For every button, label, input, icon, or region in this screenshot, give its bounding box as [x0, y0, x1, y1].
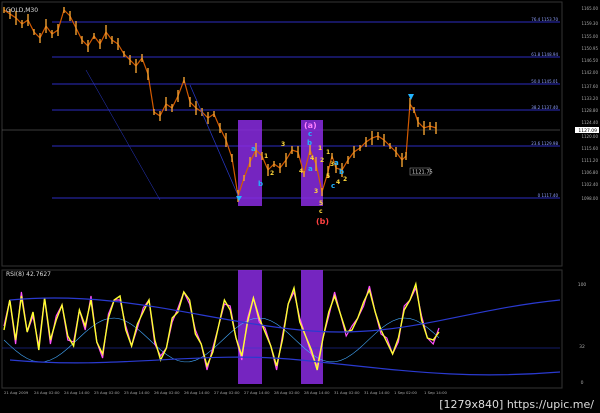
rsi-tick: 32 — [579, 344, 585, 350]
rsi-highlight-zone — [301, 270, 323, 384]
fib-label: 61.8 1148.94 — [531, 52, 558, 57]
price-tick: 1115.60 — [581, 146, 598, 151]
wave-label: b — [339, 168, 344, 176]
time-tick: 1 Sep 14:00 — [424, 390, 448, 395]
price-tick: 1155.00 — [581, 34, 598, 39]
fib-label: 76.4 1153.70 — [531, 17, 558, 22]
time-tick: 25 Aug 14:00 — [124, 390, 150, 395]
fib-label: 50.0 1145.01 — [531, 79, 558, 84]
wave-label: 4 — [310, 155, 314, 162]
wave-label: (a) — [304, 121, 317, 130]
time-tick: 31 Aug 02:00 — [334, 390, 360, 395]
time-tick: 28 Aug 14:00 — [304, 390, 330, 395]
time-tick: 27 Aug 02:00 — [214, 390, 240, 395]
wave-label: a — [334, 159, 339, 167]
chart-background — [0, 0, 600, 413]
time-tick: 31 Aug 14:00 — [364, 390, 390, 395]
price-tick: 1124.40 — [581, 120, 598, 125]
wave-label: b — [258, 180, 263, 188]
rsi-tick: 100 — [578, 282, 587, 288]
wave-label: b — [307, 139, 312, 147]
trading-chart[interactable]: 76.4 1153.70 61.8 1148.94 50.0 1145.01 38.2… — [0, 0, 600, 413]
price-tick: 1102.40 — [581, 182, 598, 187]
wave-label: 5 — [319, 200, 323, 207]
wave-label: c — [319, 208, 323, 215]
time-tick: 24 Aug 14:00 — [64, 390, 90, 395]
price-tick: 1098.00 — [581, 196, 598, 201]
wave-label: 2 — [320, 157, 324, 164]
wave-label: 2 — [270, 170, 274, 177]
price-tick: 1120.00 — [581, 134, 598, 139]
wave-label: c — [331, 182, 335, 190]
wave-label: a — [308, 165, 313, 173]
time-tick: 27 Aug 14:00 — [244, 390, 270, 395]
price-tick: 1137.60 — [581, 84, 598, 89]
wave-label: 3 — [281, 141, 285, 148]
time-tick: 25 Aug 02:00 — [94, 390, 120, 395]
price-tick: 1146.50 — [581, 58, 598, 63]
wave-label: 4 — [336, 179, 340, 186]
wave-label: 2 — [343, 176, 347, 183]
price-tick: 1111.20 — [581, 158, 598, 163]
time-tick: 26 Aug 14:00 — [184, 390, 210, 395]
price-tick: 1165.00 — [581, 6, 598, 11]
price-tick: 1142.00 — [581, 70, 598, 75]
wave-label: a — [251, 145, 256, 153]
price-tick: 1128.80 — [581, 108, 598, 113]
wave-label: (b) — [316, 217, 329, 226]
wave-label: c — [308, 130, 312, 138]
price-box-text: 1121.75 — [412, 170, 433, 176]
rsi-tick: 0 — [581, 380, 584, 386]
time-tick: 28 Aug 02:00 — [274, 390, 300, 395]
time-tick: 26 Aug 02:00 — [154, 390, 180, 395]
wave-label: 1 — [264, 153, 268, 160]
fib-label: 38.2 1137.40 — [531, 105, 558, 110]
price-tick: 1150.95 — [581, 46, 598, 51]
time-tick: 1 Sep 02:00 — [394, 390, 418, 395]
fib-label: 23.6 1129.98 — [531, 141, 558, 146]
wave-label: 5 — [326, 173, 330, 180]
wave-label: 4 — [299, 168, 303, 175]
time-tick: 21 Aug 2009 — [4, 390, 29, 395]
price-tick: 1159.30 — [581, 21, 598, 26]
watermark: [1279x840] https://upic.me/ — [437, 398, 596, 411]
fib-label: 0 1117.40 — [538, 193, 559, 198]
wave-label: 1 — [326, 149, 330, 156]
rsi-highlight-zone — [238, 270, 262, 384]
price-tick: 1133.20 — [581, 96, 598, 101]
current-price-text: 1127.09 — [578, 128, 597, 134]
time-tick: 24 Aug 02:00 — [34, 390, 60, 395]
chart-title: GOLD,M30 — [6, 7, 38, 14]
wave-label: 1 — [318, 145, 322, 152]
wave-label: 3 — [314, 188, 318, 195]
price-tick: 1106.80 — [581, 170, 598, 175]
rsi-title: RSI(8) 42.7627 — [6, 271, 51, 278]
